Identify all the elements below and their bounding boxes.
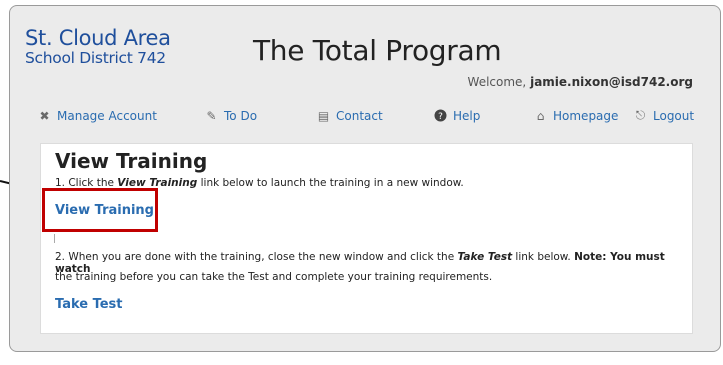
logo-line-2: School District 742 [25, 49, 166, 67]
step-2-instruction-cont: the training before you can take the Tes… [55, 271, 493, 283]
home-icon: ⌂ [536, 108, 545, 123]
pencil-icon: ✎ [206, 108, 217, 123]
nav-contact[interactable]: ▤ Contact [316, 108, 383, 123]
nav-label: Help [453, 108, 481, 123]
step-2-term: Take Test [457, 251, 513, 263]
nav-help[interactable]: ? Help [433, 108, 480, 123]
app-title: The Total Program [253, 34, 502, 67]
nav-label: To Do [224, 108, 258, 123]
nav-homepage[interactable]: ⌂ Homepage [533, 108, 619, 123]
nav-label: Logout [653, 108, 695, 123]
training-panel: View Training 1. Click the View Training… [40, 143, 693, 334]
nav-manage-account[interactable]: ✖ Manage Account [37, 108, 157, 123]
step-2-text-mid: link below. [512, 251, 575, 263]
logo-line-1: St. Cloud Area [25, 26, 171, 50]
take-test-link[interactable]: Take Test [55, 297, 123, 312]
page-title: View Training [55, 149, 208, 173]
help-icon: ? [433, 108, 448, 123]
divider [54, 234, 55, 243]
step-1-text-end: link below to launch the training in a n… [197, 177, 464, 189]
nav-label: Contact [336, 108, 383, 123]
welcome-message: Welcome, jamie.nixon@isd742.org [468, 75, 693, 89]
tools-icon: ✖ [39, 108, 50, 123]
highlight-box [42, 188, 158, 232]
step-2-text: 2. When you are done with the training, … [55, 251, 458, 263]
logout-icon: ⎋ [635, 108, 646, 122]
nav-logout[interactable]: ⎋ Logout [633, 108, 694, 123]
svg-text:?: ? [438, 112, 443, 122]
welcome-prefix: Welcome, [467, 75, 527, 89]
nav-label: Homepage [553, 108, 619, 123]
nav-to-do[interactable]: ✎ To Do [204, 108, 257, 123]
nav-label: Manage Account [57, 108, 157, 123]
district-logo: St. Cloud Area School District 742 [25, 28, 171, 67]
welcome-user: jamie.nixon@isd742.org [530, 75, 693, 89]
contact-card-icon: ▤ [317, 108, 330, 123]
